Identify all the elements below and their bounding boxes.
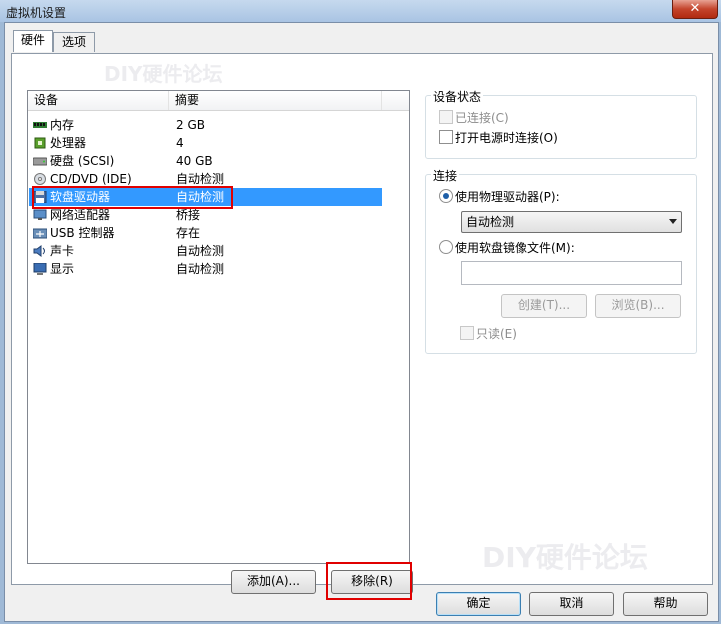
use-image-file-label: 使用软盘镜像文件(M): xyxy=(455,241,575,255)
use-physical-drive-radio[interactable] xyxy=(439,189,453,203)
column-summary[interactable]: 摘要 xyxy=(169,91,382,110)
network-adapter-icon xyxy=(33,209,47,220)
device-list[interactable]: 设备 摘要 内存 2 GB 处理器 4 硬盘 (SCSI) 40 GB CD/D… xyxy=(27,90,410,564)
add-button[interactable]: 添加(A)... xyxy=(231,570,316,594)
connection-title: 连接 xyxy=(431,167,460,184)
device-summary: 存在 xyxy=(176,226,201,240)
hard-disk-icon xyxy=(33,157,47,166)
tab-options-label: 选项 xyxy=(61,35,86,49)
readonly-checkbox[interactable] xyxy=(460,326,474,340)
device-status-title: 设备状态 xyxy=(431,88,484,105)
cancel-button[interactable]: 取消 xyxy=(529,592,614,616)
use-physical-drive-label: 使用物理驱动器(P): xyxy=(455,190,560,204)
highlight-box-remove xyxy=(326,562,412,600)
watermark-top: DIY硬件论坛 xyxy=(104,62,223,86)
watermark-bottom: DIY硬件论坛 xyxy=(482,541,648,574)
sound-card-icon xyxy=(33,245,45,257)
device-name: 显示 xyxy=(50,262,75,276)
display-icon xyxy=(33,263,47,275)
device-row-memory[interactable]: 内存 2 GB xyxy=(29,116,382,134)
create-button[interactable]: 创建(T)... xyxy=(501,294,587,318)
close-icon: ✕ xyxy=(689,1,701,16)
browse-button[interactable]: 浏览(B)... xyxy=(595,294,681,318)
device-row-sound-card[interactable]: 声卡 自动检测 xyxy=(29,242,382,260)
device-name: 处理器 xyxy=(50,136,87,150)
device-summary: 自动检测 xyxy=(176,262,225,276)
highlight-box-floppy xyxy=(32,186,233,209)
connected-label: 已连接(C) xyxy=(455,111,509,125)
window-titlebar: 虚拟机设置 ✕ xyxy=(0,0,721,22)
tab-hardware[interactable]: 硬件 xyxy=(13,30,53,52)
device-name: 内存 xyxy=(50,118,75,132)
tab-options[interactable]: 选项 xyxy=(53,32,95,52)
device-summary: 40 GB xyxy=(176,154,213,168)
connected-checkbox[interactable] xyxy=(439,110,453,124)
hardware-panel: DIY硬件论坛 DIY硬件论坛 设备 摘要 内存 2 GB 处理器 4 硬盘 (… xyxy=(11,53,713,600)
processor-icon xyxy=(34,137,46,149)
device-name: 声卡 xyxy=(50,244,75,258)
device-row-display[interactable]: 显示 自动检测 xyxy=(29,260,382,278)
window-title: 虚拟机设置 xyxy=(6,6,67,20)
device-row-hard-disk[interactable]: 硬盘 (SCSI) 40 GB xyxy=(29,152,382,170)
connect-at-power-on-checkbox[interactable] xyxy=(439,130,453,144)
device-list-header: 设备 摘要 xyxy=(28,91,409,111)
connect-at-power-on-label: 打开电源时连接(O) xyxy=(455,131,558,145)
ok-button[interactable]: 确定 xyxy=(436,592,521,616)
physical-drive-select[interactable]: 自动检测 xyxy=(461,211,682,233)
physical-drive-select-value: 自动检测 xyxy=(466,215,515,229)
radio-selected-dot xyxy=(443,193,449,199)
help-button[interactable]: 帮助 xyxy=(623,592,708,616)
chevron-down-icon xyxy=(669,219,677,224)
dialog-body: 硬件 选项 DIY硬件论坛 DIY硬件论坛 设备 摘要 内存 2 GB 处理器 … xyxy=(4,22,719,622)
device-row-usb[interactable]: USB 控制器 存在 xyxy=(29,224,382,242)
column-device[interactable]: 设备 xyxy=(28,91,169,110)
tab-hardware-label: 硬件 xyxy=(20,33,45,47)
device-summary: 自动检测 xyxy=(176,244,225,258)
memory-icon xyxy=(33,122,47,128)
cd-dvd-icon xyxy=(34,173,46,185)
use-image-file-radio[interactable] xyxy=(439,240,453,254)
close-button[interactable]: ✕ xyxy=(672,0,718,19)
device-summary: 4 xyxy=(176,136,184,150)
device-row-processor[interactable]: 处理器 4 xyxy=(29,134,382,152)
device-summary: 2 GB xyxy=(176,118,205,132)
image-file-path-input[interactable] xyxy=(461,261,682,285)
device-name: USB 控制器 xyxy=(50,226,115,240)
device-name: 硬盘 (SCSI) xyxy=(50,154,115,168)
readonly-label: 只读(E) xyxy=(476,327,517,341)
usb-icon xyxy=(33,228,47,239)
